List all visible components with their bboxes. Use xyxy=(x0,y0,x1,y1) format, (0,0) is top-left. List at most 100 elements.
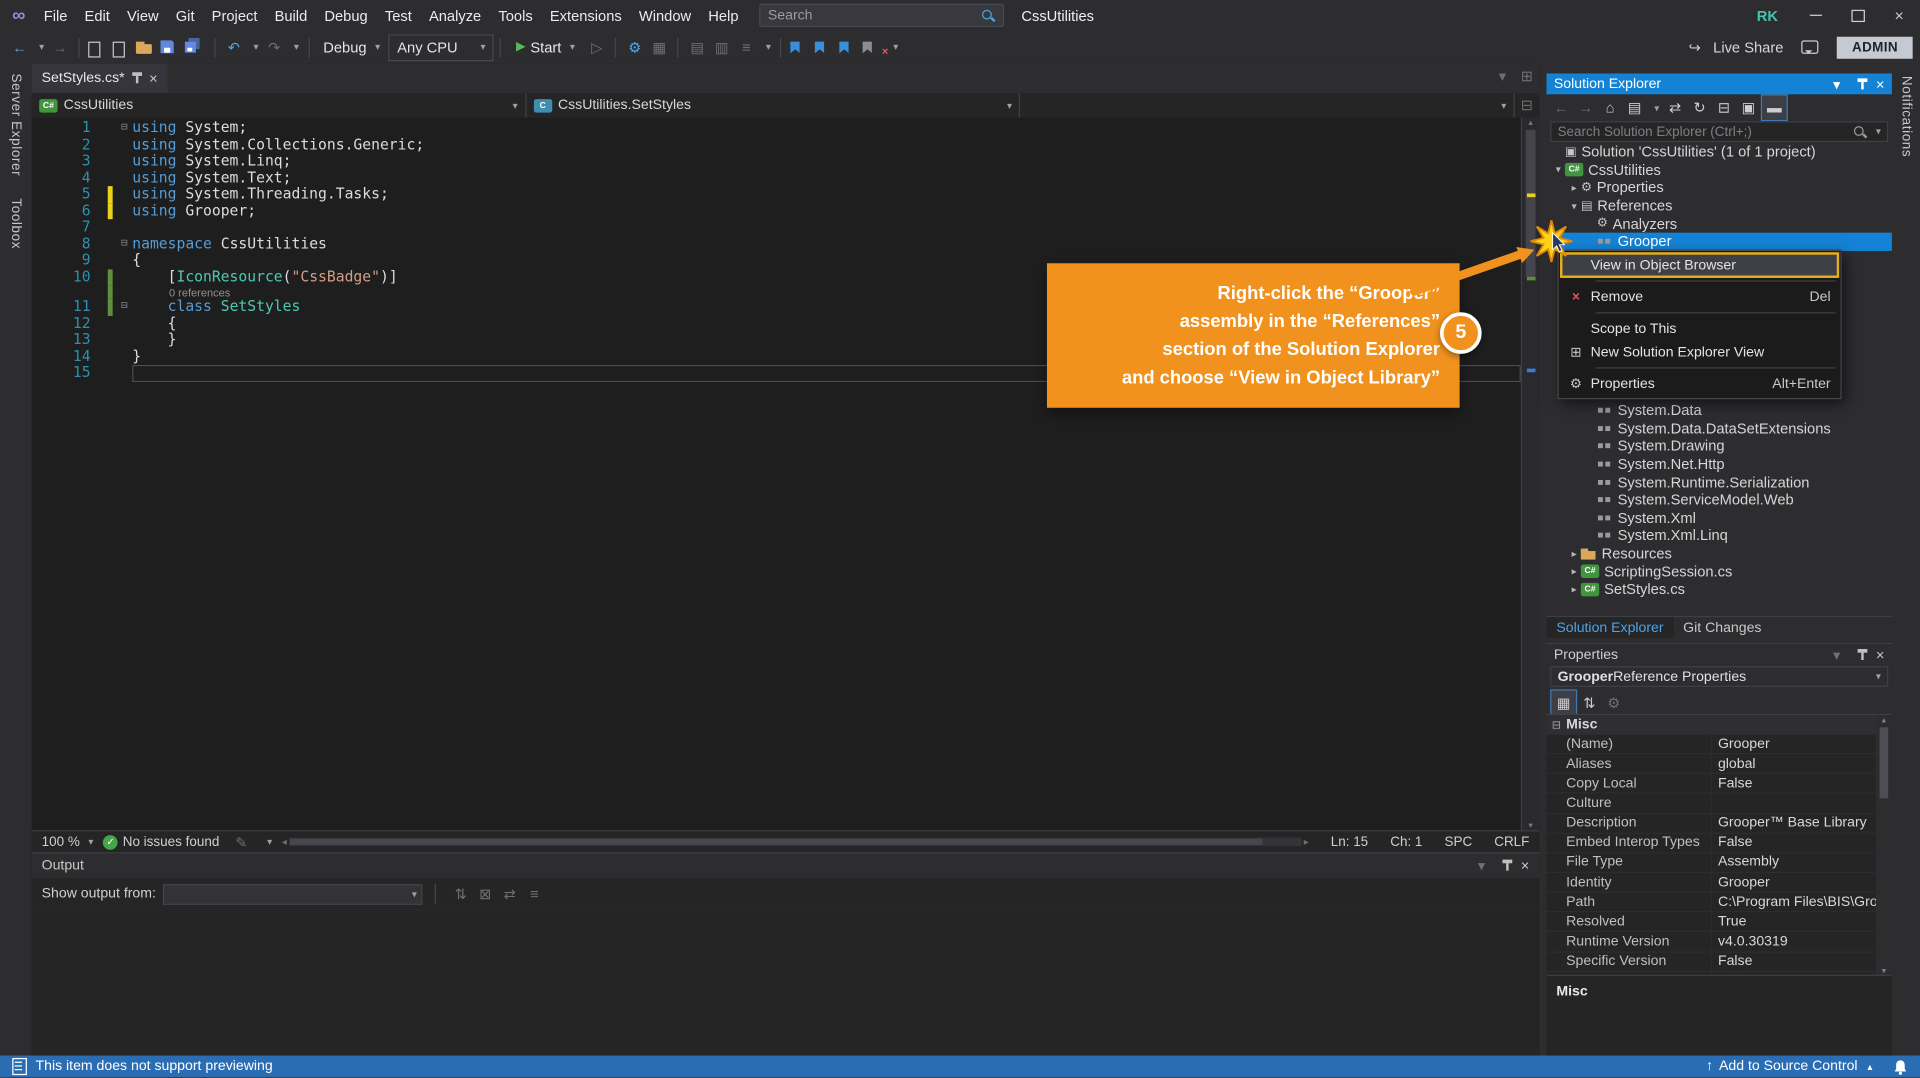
categorized-icon[interactable]: ▦ xyxy=(1550,689,1577,716)
menu-test[interactable]: Test xyxy=(376,0,420,31)
menu-item-scope-to-this[interactable]: Scope to This xyxy=(1561,317,1838,340)
fold-marker-icon[interactable]: ⊟ xyxy=(116,120,132,137)
tree-item-setstyles-cs[interactable]: ▸C#SetStyles.cs xyxy=(1547,580,1892,598)
menu-debug[interactable]: Debug xyxy=(316,0,376,31)
output-panel-titlebar[interactable]: Output ▾ × xyxy=(32,853,1539,877)
tab-git-changes[interactable]: Git Changes xyxy=(1673,617,1771,638)
property-row-name[interactable]: (Name)Grooper xyxy=(1547,735,1876,755)
property-row-runtime-version[interactable]: Runtime Versionv4.0.30319 xyxy=(1547,932,1876,952)
property-row-specific-version[interactable]: Specific VersionFalse xyxy=(1547,952,1876,972)
show-all-files-icon[interactable]: ▣ xyxy=(1736,96,1760,120)
zoom-dropdown[interactable]: 100 % ▾ xyxy=(42,834,94,849)
navigate-backward-icon[interactable]: ← xyxy=(1549,96,1573,120)
tab-notifications[interactable]: Notifications xyxy=(1899,76,1914,157)
code-line[interactable]: 5using System.Threading.Tasks; xyxy=(32,186,1539,203)
property-row-path[interactable]: PathC:\Program Files\BIS\Grooper\Gr... xyxy=(1547,893,1876,913)
window-position-icon[interactable]: ▾ xyxy=(1469,853,1493,877)
line-options-dropdown-icon[interactable]: ▾ xyxy=(762,35,774,59)
tree-item-grooper[interactable]: Grooper xyxy=(1547,233,1892,251)
menu-file[interactable]: File xyxy=(35,0,76,31)
new-project-icon[interactable] xyxy=(86,39,110,56)
pin-icon[interactable] xyxy=(1856,647,1868,662)
menu-git[interactable]: Git xyxy=(167,0,203,31)
scroll-left-icon[interactable]: ◂ xyxy=(282,836,287,847)
close-tab-icon[interactable]: × xyxy=(149,70,158,87)
navigate-backward-icon[interactable]: ← xyxy=(7,35,31,59)
minimize-button[interactable] xyxy=(1795,0,1837,31)
code-line[interactable]: 3using System.Linq; xyxy=(32,153,1539,170)
tab-toolbox[interactable]: Toolbox xyxy=(9,198,24,249)
next-bookmark-icon[interactable] xyxy=(837,39,861,56)
tree-item-system-servicemodel-web[interactable]: System.ServiceModel.Web xyxy=(1547,491,1892,509)
menu-extensions[interactable]: Extensions xyxy=(541,0,630,31)
scrollbar-thumb[interactable] xyxy=(1880,727,1889,798)
toggle-bookmark-icon[interactable] xyxy=(788,39,812,56)
solution-explorer-titlebar[interactable]: Solution Explorer ▾ × xyxy=(1547,73,1892,94)
collapsed-icon[interactable]: ▸ xyxy=(1567,566,1580,577)
bookmark-options-dropdown-icon[interactable]: ▾ xyxy=(890,35,902,59)
close-icon[interactable]: × xyxy=(1876,75,1885,92)
property-row-aliases[interactable]: Aliasesglobal xyxy=(1547,754,1876,774)
property-row-culture[interactable]: Culture xyxy=(1547,794,1876,814)
pin-tab-icon[interactable] xyxy=(131,71,143,86)
maximize-button[interactable] xyxy=(1837,0,1879,31)
open-folder-icon[interactable] xyxy=(135,39,159,56)
code-line[interactable]: 4using System.Text; xyxy=(32,170,1539,187)
output-source-dropdown[interactable]: ▾ xyxy=(163,883,423,904)
property-row-embed-interop-types[interactable]: Embed Interop TypesFalse xyxy=(1547,834,1876,854)
previous-bookmark-icon[interactable] xyxy=(812,39,836,56)
menu-item-view-in-object-browser[interactable]: View in Object Browser xyxy=(1561,253,1838,276)
property-pages-icon[interactable]: ⚙ xyxy=(1602,690,1626,714)
tree-item-cssutilities[interactable]: ▾C#CssUtilities xyxy=(1547,161,1892,179)
properties-object-dropdown[interactable]: Grooper Reference Properties ▾ xyxy=(1550,666,1888,687)
property-row-resolved[interactable]: ResolvedTrue xyxy=(1547,913,1876,933)
menu-item-remove[interactable]: ×RemoveDel xyxy=(1561,285,1838,308)
clear-bookmarks-icon[interactable] xyxy=(861,39,885,56)
menu-window[interactable]: Window xyxy=(630,0,699,31)
fold-marker-icon[interactable]: ⊟ xyxy=(116,236,132,253)
close-icon[interactable]: × xyxy=(1876,646,1885,663)
expanded-icon[interactable]: ▾ xyxy=(1567,200,1580,211)
tree-item-scriptingsession-cs[interactable]: ▸C#ScriptingSession.cs xyxy=(1547,562,1892,580)
tree-item-system-data-datasetextensions[interactable]: System.Data.DataSetExtensions xyxy=(1547,420,1892,438)
toggle-autoscroll-icon[interactable]: ≡ xyxy=(522,882,546,906)
collapsed-icon[interactable]: ▸ xyxy=(1567,182,1580,193)
document-health-indicator[interactable]: ✓ No issues found xyxy=(103,834,219,849)
split-editor-icon[interactable]: ⊟ xyxy=(1515,93,1539,117)
code-line[interactable]: 7 xyxy=(32,219,1539,236)
add-to-source-control-button[interactable]: ↑ Add to Source Control ▴ xyxy=(1706,1059,1872,1074)
tab-server-explorer[interactable]: Server Explorer xyxy=(9,73,24,176)
quick-search-box[interactable]: Search xyxy=(759,4,1004,27)
preview-selected-items-icon[interactable]: ▬ xyxy=(1761,94,1788,121)
menu-item-new-solution-explorer-view[interactable]: ⊞New Solution Explorer View xyxy=(1561,340,1838,363)
new-window-icon[interactable]: ⊞ xyxy=(1515,64,1539,88)
document-tab[interactable]: SetStyles.cs* × xyxy=(32,64,168,93)
start-debugging-button[interactable]: ▶ Start ▾ xyxy=(507,39,583,56)
switch-views-dropdown-icon[interactable]: ▾ xyxy=(1651,96,1663,120)
line-ending-indicator[interactable]: CRLF xyxy=(1494,834,1529,849)
scroll-up-icon[interactable]: ▴ xyxy=(1528,118,1532,128)
property-row-copy-local[interactable]: Copy LocalFalse xyxy=(1547,774,1876,794)
code-line[interactable]: 2using System.Collections.Generic; xyxy=(32,137,1539,154)
menu-item-properties[interactable]: ⚙PropertiesAlt+Enter xyxy=(1561,372,1838,395)
fold-marker-icon[interactable]: ⊟ xyxy=(116,299,132,316)
scrollbar-thumb[interactable] xyxy=(290,839,1262,845)
redo-icon[interactable]: ↷ xyxy=(262,35,286,59)
feedback-icon[interactable] xyxy=(1802,40,1819,53)
clear-all-icon[interactable]: ⊠ xyxy=(473,882,497,906)
save-all-icon[interactable] xyxy=(184,38,208,56)
property-row-identity[interactable]: IdentityGrooper xyxy=(1547,873,1876,893)
search-icon[interactable] xyxy=(981,8,996,23)
menu-analyze[interactable]: Analyze xyxy=(420,0,489,31)
add-new-item-icon[interactable] xyxy=(110,39,134,56)
spaces-indicator[interactable]: SPC xyxy=(1444,834,1472,849)
tree-item-system-drawing[interactable]: System.Drawing xyxy=(1547,437,1892,455)
output-content[interactable] xyxy=(32,910,1539,1057)
code-editor[interactable]: 1⊟using System;2using System.Collections… xyxy=(32,118,1539,831)
pin-icon[interactable] xyxy=(1856,77,1868,92)
account-avatar[interactable]: RK xyxy=(1757,7,1778,24)
navigate-forward-icon[interactable]: → xyxy=(48,35,72,59)
collapsed-icon[interactable]: ▸ xyxy=(1567,548,1580,559)
performance-profiler-icon[interactable]: ▦ xyxy=(647,35,671,59)
member-dropdown[interactable]: ▾ xyxy=(1020,93,1514,117)
